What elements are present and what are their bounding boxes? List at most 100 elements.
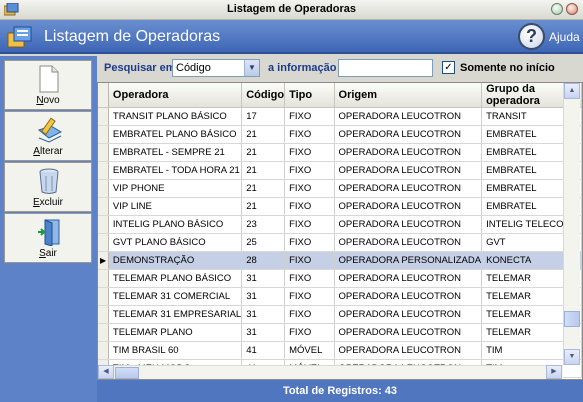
column-header-codigo[interactable]: Código [241, 83, 286, 108]
cell-origem: OPERADORA LEUCOTRON [334, 341, 483, 360]
table-row[interactable]: TRANSIT PLANO BÁSICO 17 FIXO OPERADORA LEUC… [98, 107, 582, 126]
cell-origem: OPERADORA LEUCOTRON [334, 305, 483, 324]
cell-origem: OPERADORA LEUCOTRON [334, 269, 483, 288]
current-row-arrow-icon: ▶ [100, 256, 107, 265]
row-indicator [98, 287, 109, 306]
cell-origem: OPERADORA LEUCOTRON [334, 287, 483, 306]
total-records: Total de Registros: 43 [97, 380, 583, 402]
cell-operadora: TELEMAR PLANO BÁSICO [108, 269, 243, 288]
help-icon[interactable]: ? [518, 23, 545, 50]
cell-codigo: 23 [241, 215, 286, 234]
vertical-scroll-thumb[interactable] [564, 311, 580, 327]
cell-operadora: TELEMAR PLANO [108, 323, 243, 342]
cell-tipo: FIXO [284, 323, 335, 342]
cell-origem: OPERADORA LEUCOTRON [334, 125, 483, 144]
cell-origem: OPERADORA LEUCOTRON [334, 323, 483, 342]
cell-codigo: 41 [241, 341, 286, 360]
only-start-label: Somente no início [460, 62, 555, 74]
table-row[interactable]: EMBRATEL - SEMPRE 21 21 FIXO OPERADORA LEUC… [98, 143, 582, 162]
new-document-icon [39, 65, 59, 93]
cell-operadora: EMBRATEL PLANO BÁSICO [108, 125, 243, 144]
cell-tipo: FIXO [284, 179, 335, 198]
table-row[interactable]: EMBRATEL PLANO BÁSICO 21 FIXO OPERADORA LEU… [98, 125, 582, 144]
cell-origem: OPERADORA LEUCOTRON [334, 161, 483, 180]
edit-button[interactable]: Alterar [4, 111, 92, 161]
trash-icon [39, 168, 59, 194]
table-row[interactable]: INTELIG PLANO BÁSICO 23 FIXO OPERADORA LEUC… [98, 215, 582, 234]
search-toolbar: Pesquisar em Código ▼ a informação ✓ Som… [97, 56, 583, 82]
cell-codigo: 17 [241, 107, 286, 126]
page-title: Listagem de Operadoras [44, 28, 221, 45]
row-indicator [98, 161, 109, 180]
scroll-left-icon[interactable]: ◀ [98, 365, 114, 379]
table-row[interactable]: VIP LINE 21 FIXO OPERADORA LEUCOTRON EMBRATE… [98, 197, 582, 216]
table-row[interactable]: TELEMAR PLANO 31 FIXO OPERADORA LEUCOTRON TE… [98, 323, 582, 342]
column-header-tipo[interactable]: Tipo [284, 83, 335, 108]
exit-button-label: Sair [39, 248, 57, 259]
cell-tipo: FIXO [284, 161, 335, 180]
table-row[interactable]: TELEMAR PLANO BÁSICO 31 FIXO OPERADORA LEUC… [98, 269, 582, 288]
cell-codigo: 31 [241, 323, 286, 342]
listing-icon [7, 26, 32, 48]
cell-codigo: 21 [241, 197, 286, 216]
cell-codigo: 31 [241, 269, 286, 288]
cell-codigo: 21 [241, 161, 286, 180]
close-window-button[interactable] [566, 3, 578, 15]
search-field-select[interactable]: Código ▼ [172, 59, 260, 77]
only-start-checkbox[interactable]: ✓ [442, 61, 455, 74]
cell-tipo: FIXO [284, 143, 335, 162]
cell-origem: OPERADORA LEUCOTRON [334, 143, 483, 162]
cell-codigo: 31 [241, 287, 286, 306]
table-row[interactable]: TELEMAR 31 COMERCIAL 31 FIXO OPERADORA LEUC… [98, 287, 582, 306]
cell-tipo: FIXO [284, 305, 335, 324]
search-input[interactable] [338, 59, 433, 77]
row-indicator-header [98, 83, 109, 108]
table-row[interactable]: VIP PHONE 21 FIXO OPERADORA LEUCOTRON EMBRAT… [98, 179, 582, 198]
exit-button[interactable]: Sair [4, 213, 92, 263]
cell-tipo: FIXO [284, 125, 335, 144]
row-indicator [98, 179, 109, 198]
cell-origem: OPERADORA LEUCOTRON [334, 233, 483, 252]
cell-origem: OPERADORA LEUCOTRON [334, 107, 483, 126]
cell-operadora: VIP PHONE [108, 179, 243, 198]
help-label[interactable]: Ajuda [549, 30, 580, 44]
cell-codigo: 31 [241, 305, 286, 324]
table-row[interactable]: GVT PLANO BÁSICO 25 FIXO OPERADORA LEUCOTRO… [98, 233, 582, 252]
cell-operadora: GVT PLANO BÁSICO [108, 233, 243, 252]
row-indicator [98, 107, 109, 126]
table-row[interactable]: TELEMAR 31 EMPRESARIAL 31 FIXO OPERADORA LE… [98, 305, 582, 324]
chevron-down-icon[interactable]: ▼ [244, 60, 259, 76]
delete-button[interactable]: Excluir [4, 162, 92, 212]
new-button-label: Novo [36, 95, 60, 106]
table-row[interactable]: TIM BRASIL 60 41 MÓVEL OPERADORA LEUCOTRON T… [98, 341, 582, 360]
scroll-down-icon[interactable]: ▼ [564, 349, 580, 365]
column-header-origem[interactable]: Origem [334, 83, 483, 108]
table-row[interactable]: EMBRATEL - TODA HORA 21 21 FIXO OPERADORA L… [98, 161, 582, 180]
column-header-operadora[interactable]: Operadora [108, 83, 243, 108]
minimize-button[interactable] [551, 3, 563, 15]
cell-codigo: 21 [241, 125, 286, 144]
scroll-up-icon[interactable]: ▲ [564, 83, 580, 99]
horizontal-scroll-thumb[interactable] [115, 367, 139, 379]
cell-operadora: DEMONSTRAÇÃO [108, 251, 243, 270]
row-indicator [98, 233, 109, 252]
row-indicator [98, 143, 109, 162]
vertical-scrollbar[interactable]: ▲ ▼ [563, 83, 580, 365]
operators-grid: Operadora Código Tipo Origem Grupo da op… [97, 82, 583, 380]
cell-operadora: TRANSIT PLANO BÁSICO [108, 107, 243, 126]
operators-table: Operadora Código Tipo Origem Grupo da op… [98, 83, 582, 378]
table-row[interactable]: ▶ DEMONSTRAÇÃO 28 FIXO OPERADORA PERSONALIZA… [98, 251, 582, 270]
cell-operadora: EMBRATEL - SEMPRE 21 [108, 143, 243, 162]
delete-button-label: Excluir [32, 197, 63, 208]
scroll-right-icon[interactable]: ▶ [546, 365, 562, 379]
cell-operadora: VIP LINE [108, 197, 243, 216]
cell-codigo: 21 [241, 143, 286, 162]
row-indicator [98, 323, 109, 342]
row-indicator [98, 197, 109, 216]
cell-tipo: FIXO [284, 197, 335, 216]
row-indicator [98, 215, 109, 234]
cell-codigo: 21 [241, 179, 286, 198]
new-button[interactable]: Novo [4, 60, 92, 110]
search-field-value: Código [176, 62, 211, 74]
horizontal-scrollbar[interactable]: ◀ ▶ [98, 365, 563, 379]
